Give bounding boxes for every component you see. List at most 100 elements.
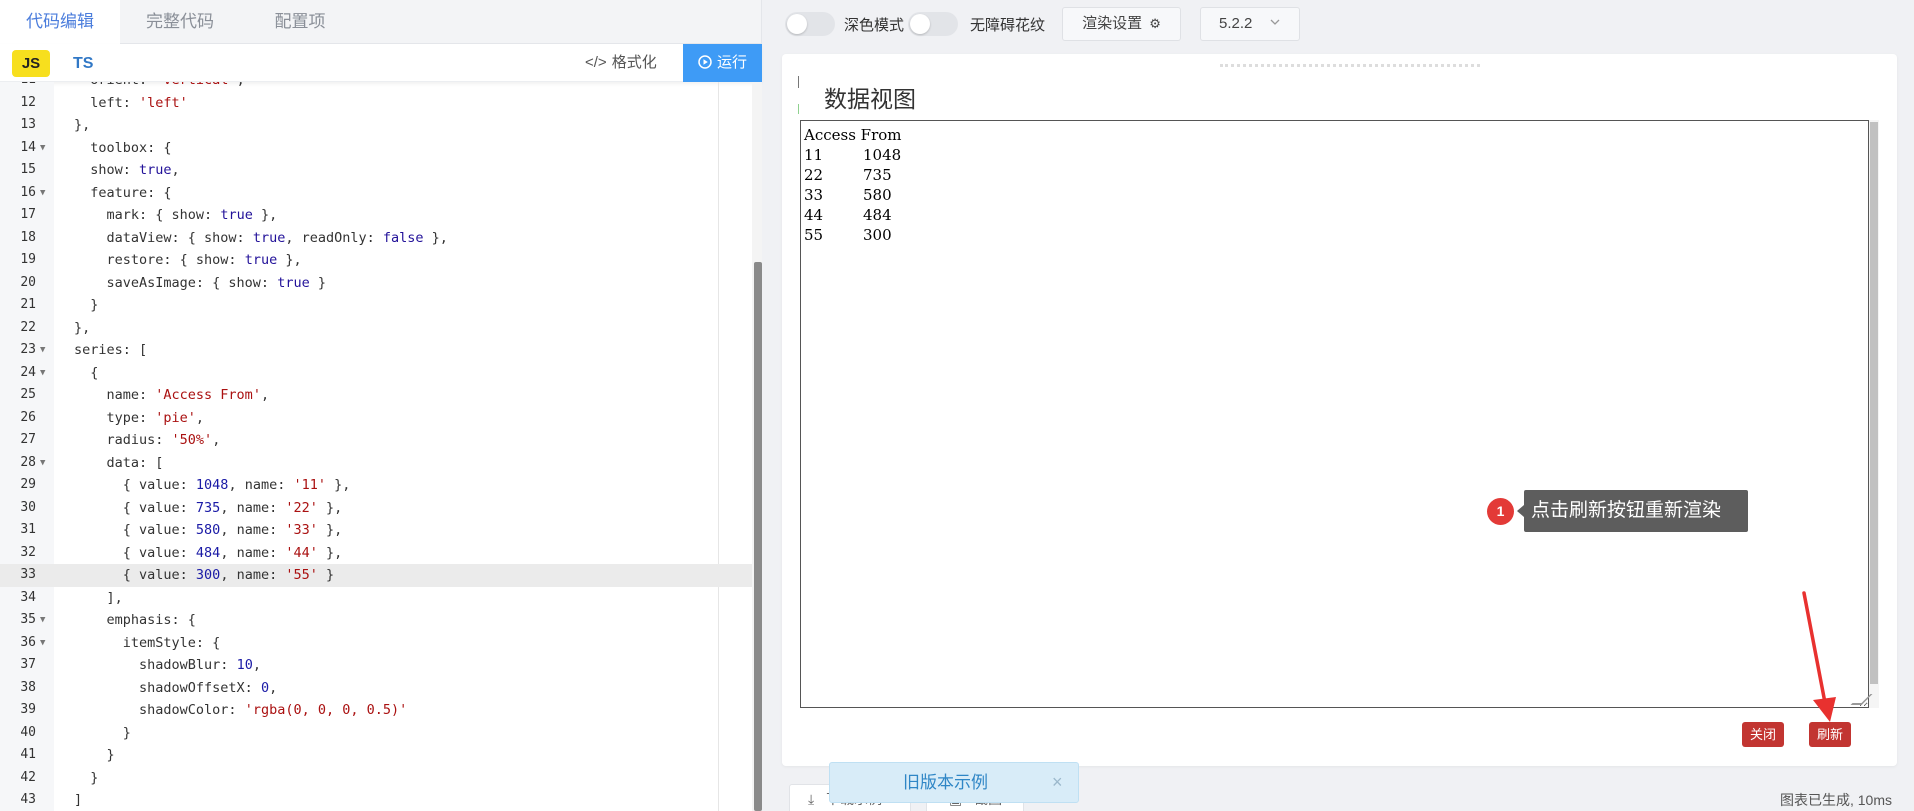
close-icon[interactable]: × bbox=[1052, 763, 1063, 802]
code-editor[interactable]: 11 orient: 'vertical',12 left: 'left'13}… bbox=[0, 82, 762, 811]
editor-scrollbar-thumb[interactable] bbox=[754, 262, 762, 811]
code-line[interactable]: 32 { value: 484, name: '44' }, bbox=[0, 542, 752, 565]
data-view-row: 44 484 bbox=[804, 205, 1865, 225]
line-number: 34 bbox=[20, 589, 36, 605]
code-line[interactable]: 23 ▼ series: [ bbox=[0, 339, 752, 362]
dark-mode-toggle[interactable] bbox=[785, 12, 835, 36]
chevron-down-icon bbox=[1269, 8, 1281, 40]
code-line[interactable]: 41 } bbox=[0, 744, 752, 767]
data-view-row: 11 1048 bbox=[804, 145, 1865, 165]
code-text: emphasis: { bbox=[74, 612, 196, 628]
code-text: shadowBlur: 10, bbox=[74, 657, 261, 673]
code-line[interactable]: 11 orient: 'vertical', bbox=[0, 82, 752, 92]
code-line[interactable]: 27 radius: '50%', bbox=[0, 429, 752, 452]
code-line[interactable]: 24 ▼ { bbox=[0, 362, 752, 385]
accessible-pattern-toggle[interactable] bbox=[908, 12, 958, 36]
code-line[interactable]: 16 ▼ feature: { bbox=[0, 182, 752, 205]
line-number: 28 bbox=[20, 454, 36, 470]
code-text: show: true, bbox=[74, 162, 180, 178]
line-number: 33 bbox=[20, 567, 36, 582]
code-line[interactable]: 28 ▼ data: [ bbox=[0, 452, 752, 475]
fold-caret-icon[interactable]: ▼ bbox=[40, 609, 45, 632]
code-text: { value: 300, name: '55' } bbox=[74, 567, 335, 583]
old-version-banner[interactable]: 旧版本示例 × bbox=[829, 762, 1079, 803]
code-line[interactable]: 34 ], bbox=[0, 587, 752, 610]
data-view-name: 22 bbox=[804, 166, 824, 184]
code-line[interactable]: 37 shadowBlur: 10, bbox=[0, 654, 752, 677]
code-line[interactable]: 25 name: 'Access From', bbox=[0, 384, 752, 407]
code-text: { value: 580, name: '33' }, bbox=[74, 522, 343, 538]
tab-full-code[interactable]: 完整代码 bbox=[120, 0, 240, 44]
code-text: { value: 735, name: '22' }, bbox=[74, 499, 343, 516]
code-line[interactable]: 14 ▼ toolbox: { bbox=[0, 137, 752, 160]
tab-options[interactable]: 配置项 bbox=[240, 0, 360, 44]
code-line[interactable]: 12 left: 'left' bbox=[0, 92, 752, 115]
code-text: ] bbox=[74, 792, 83, 808]
run-button[interactable]: 运行 bbox=[683, 44, 762, 82]
code-text: { value: 484, name: '44' }, bbox=[74, 544, 343, 561]
annotation-tooltip: 点击刷新按钮重新渲染 bbox=[1517, 490, 1748, 532]
fold-caret-icon[interactable]: ▼ bbox=[40, 137, 45, 160]
code-text: } bbox=[74, 769, 99, 786]
fold-caret-icon[interactable]: ▼ bbox=[40, 339, 45, 362]
code-line[interactable]: 17 mark: { show: true }, bbox=[0, 204, 752, 227]
line-number: 17 bbox=[20, 207, 36, 222]
close-button[interactable]: 关闭 bbox=[1742, 722, 1785, 747]
format-button[interactable]: </> 格式化 bbox=[585, 44, 657, 82]
code-line[interactable]: 20 saveAsImage: { show: true } bbox=[0, 272, 752, 295]
code-line[interactable]: 31 { value: 580, name: '33' }, bbox=[0, 519, 752, 542]
code-text: }, bbox=[74, 117, 91, 133]
code-line[interactable]: 21 } bbox=[0, 294, 752, 317]
caret-mark bbox=[798, 104, 799, 114]
code-line[interactable]: 13}, bbox=[0, 114, 752, 137]
code-line[interactable]: 15 show: true, bbox=[0, 159, 752, 182]
code-line[interactable]: 39 shadowColor: 'rgba(0, 0, 0, 0.5)' bbox=[0, 699, 752, 722]
code-text: } bbox=[74, 297, 99, 313]
code-line[interactable]: 43] bbox=[0, 789, 752, 811]
code-line[interactable]: 38 shadowOffsetX: 0, bbox=[0, 677, 752, 700]
play-icon bbox=[698, 44, 712, 82]
tab-code-edit[interactable]: 代码编辑 bbox=[0, 0, 120, 44]
line-number: 41 bbox=[20, 747, 36, 762]
toggle-knob bbox=[910, 14, 930, 34]
refresh-button[interactable]: 刷新 bbox=[1809, 722, 1852, 747]
line-number: 24 bbox=[20, 364, 36, 380]
code-text: shadowColor: 'rgba(0, 0, 0, 0.5)' bbox=[74, 702, 408, 718]
data-view-textarea[interactable]: Access From 11 1048 22 735 33 580 44 484 55 300 bbox=[800, 120, 1869, 708]
js-language-button[interactable]: JS bbox=[12, 50, 50, 77]
code-text: orient: 'vertical', bbox=[74, 82, 244, 92]
code-line[interactable]: 35 ▼ emphasis: { bbox=[0, 609, 752, 632]
fold-caret-icon[interactable]: ▼ bbox=[40, 182, 45, 205]
code-line[interactable]: 19 restore: { show: true }, bbox=[0, 249, 752, 272]
code-line[interactable]: 40 } bbox=[0, 722, 752, 745]
data-view-value: 484 bbox=[863, 206, 892, 224]
render-settings-button[interactable]: 渲染设置 ⚙ bbox=[1062, 7, 1181, 41]
code-line[interactable]: 36 ▼ itemStyle: { bbox=[0, 632, 752, 655]
code-line[interactable]: 26 type: 'pie', bbox=[0, 407, 752, 430]
code-line[interactable]: 29 { value: 1048, name: '11' }, bbox=[0, 474, 752, 497]
data-view-name: 33 bbox=[804, 186, 824, 204]
chart-title-placeholder bbox=[1220, 64, 1480, 68]
fold-caret-icon[interactable]: ▼ bbox=[40, 452, 45, 475]
code-line[interactable]: 30 { value: 735, name: '22' }, bbox=[0, 497, 752, 520]
ts-language-button[interactable]: TS bbox=[73, 50, 93, 77]
code-icon: </> bbox=[585, 54, 607, 71]
code-text: { value: 1048, name: '11' }, bbox=[74, 477, 351, 493]
code-line[interactable]: 33 { value: 300, name: '55' } bbox=[0, 564, 752, 587]
code-line[interactable]: 22}, bbox=[0, 317, 752, 340]
code-line[interactable]: 42 } bbox=[0, 767, 752, 790]
version-select[interactable]: 5.2.2 bbox=[1200, 7, 1300, 41]
data-view-name: 55 bbox=[804, 226, 824, 244]
line-number: 29 bbox=[20, 477, 36, 492]
line-number: 40 bbox=[20, 724, 36, 740]
code-text: dataView: { show: true, readOnly: false … bbox=[74, 229, 448, 246]
code-line[interactable]: 18 dataView: { show: true, readOnly: fal… bbox=[0, 227, 752, 250]
line-number: 43 bbox=[20, 792, 36, 807]
line-number: 38 bbox=[20, 679, 36, 695]
code-text: shadowOffsetX: 0, bbox=[74, 679, 278, 696]
code-text: saveAsImage: { show: true } bbox=[74, 274, 326, 291]
data-view-scrollbar-thumb[interactable] bbox=[1870, 122, 1878, 684]
fold-caret-icon[interactable]: ▼ bbox=[40, 362, 45, 385]
code-text: type: 'pie', bbox=[74, 409, 205, 426]
fold-caret-icon[interactable]: ▼ bbox=[40, 632, 45, 655]
